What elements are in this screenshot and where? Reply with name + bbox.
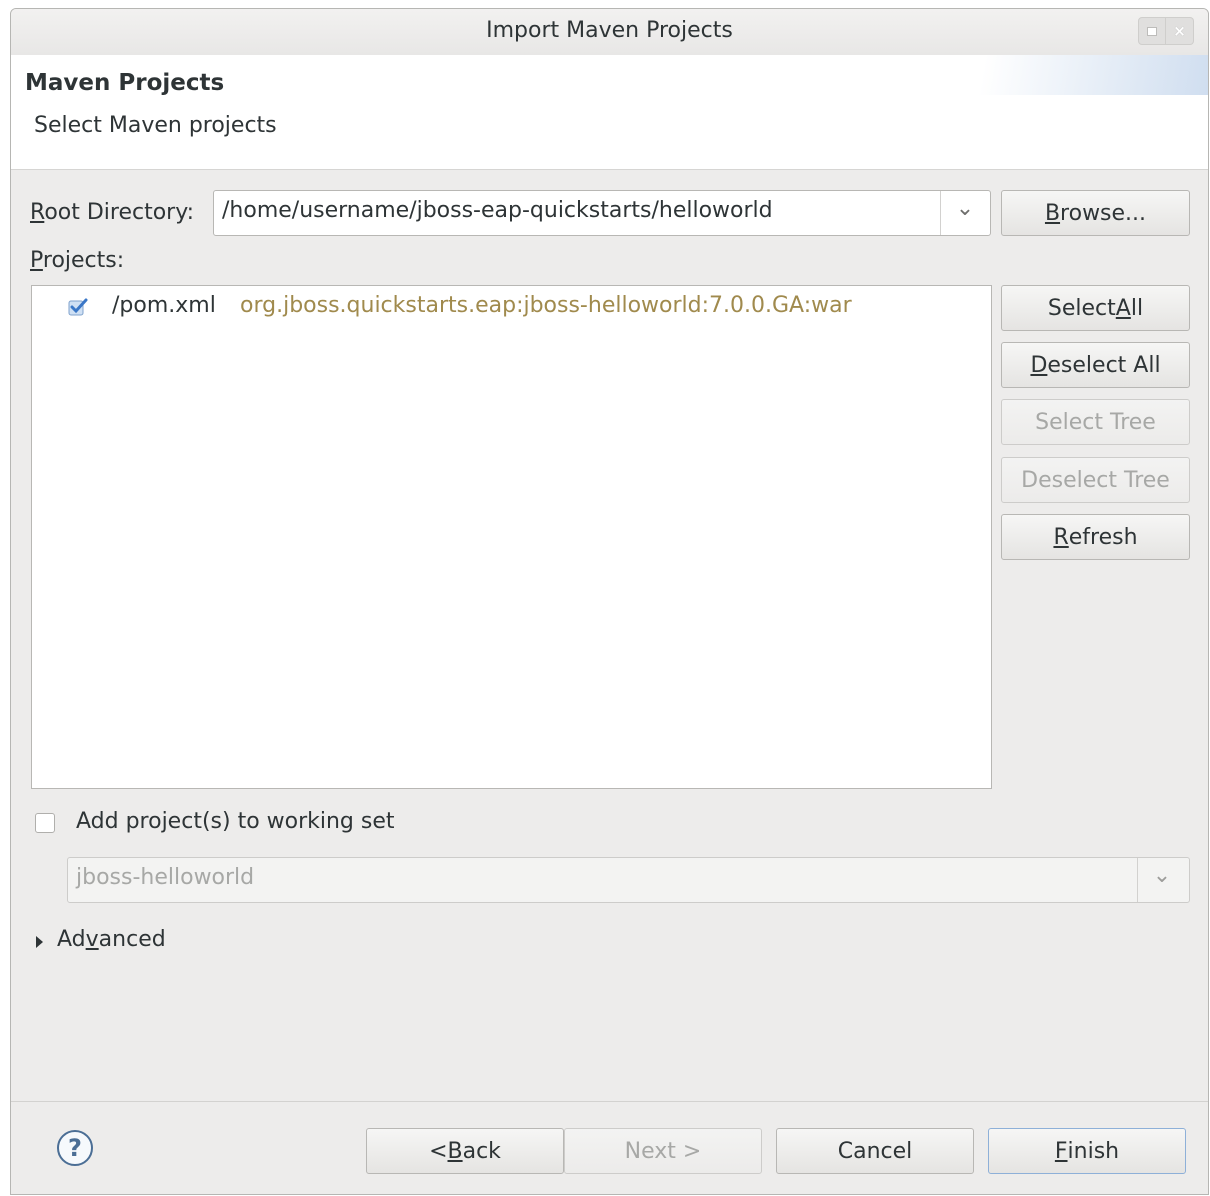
footer-separator: [11, 1101, 1208, 1102]
working-set-value: jboss-helloworld: [76, 865, 255, 890]
deselect-tree-button[interactable]: Deselect Tree: [1001, 457, 1190, 503]
close-button[interactable]: ×: [1166, 17, 1194, 45]
wizard-header: Maven Projects Select Maven projects: [11, 55, 1208, 170]
combo-separator: [1137, 858, 1138, 902]
browse-button[interactable]: Browse...: [1001, 190, 1190, 236]
project-path: /pom.xml: [112, 293, 216, 318]
chevron-down-icon[interactable]: ⌄: [945, 196, 985, 221]
root-directory-combo[interactable]: /home/username/jboss-eap-quickstarts/hel…: [213, 190, 991, 236]
projects-tree[interactable]: /pom.xml org.jboss.quickstarts.eap:jboss…: [31, 285, 992, 789]
window-title: Import Maven Projects: [486, 18, 733, 43]
import-maven-projects-dialog: Import Maven Projects × Maven Projects S…: [10, 8, 1209, 1195]
chevron-down-icon[interactable]: ⌄: [1142, 863, 1182, 888]
finish-button[interactable]: Finish: [988, 1128, 1186, 1174]
list-item[interactable]: /pom.xml org.jboss.quickstarts.eap:jboss…: [32, 286, 991, 328]
expand-triangle-icon[interactable]: [36, 936, 43, 948]
add-to-working-set-checkbox[interactable]: [35, 813, 55, 833]
title-bar: Import Maven Projects ×: [11, 9, 1208, 56]
refresh-button[interactable]: Refresh: [1001, 514, 1190, 560]
deselect-all-button[interactable]: Deselect All: [1001, 342, 1190, 388]
working-set-combo[interactable]: jboss-helloworld ⌄: [67, 857, 1190, 903]
maximize-icon: [1147, 26, 1157, 36]
add-to-working-set-label[interactable]: Add project(s) to working set: [76, 809, 395, 834]
combo-separator: [940, 191, 941, 235]
page-subtitle: Select Maven projects: [34, 113, 277, 138]
projects-label: Projects:: [30, 248, 125, 273]
checkbox-checked-icon[interactable]: [68, 298, 88, 316]
back-button[interactable]: < Back: [366, 1128, 564, 1174]
help-icon[interactable]: ?: [57, 1130, 93, 1166]
maximize-button[interactable]: [1138, 17, 1166, 45]
project-coordinates: org.jboss.quickstarts.eap:jboss-hellowor…: [240, 293, 852, 318]
select-tree-button[interactable]: Select Tree: [1001, 399, 1190, 445]
header-banner-decoration: [928, 55, 1208, 95]
cancel-button[interactable]: Cancel: [776, 1128, 974, 1174]
select-all-button[interactable]: Select All: [1001, 285, 1190, 331]
close-icon: ×: [1173, 22, 1186, 40]
advanced-expander[interactable]: Advanced: [57, 927, 166, 952]
page-title: Maven Projects: [25, 70, 225, 96]
next-button[interactable]: Next >: [564, 1128, 762, 1174]
root-directory-label: Root Directory:: [30, 200, 195, 225]
root-directory-value: /home/username/jboss-eap-quickstarts/hel…: [222, 198, 773, 223]
